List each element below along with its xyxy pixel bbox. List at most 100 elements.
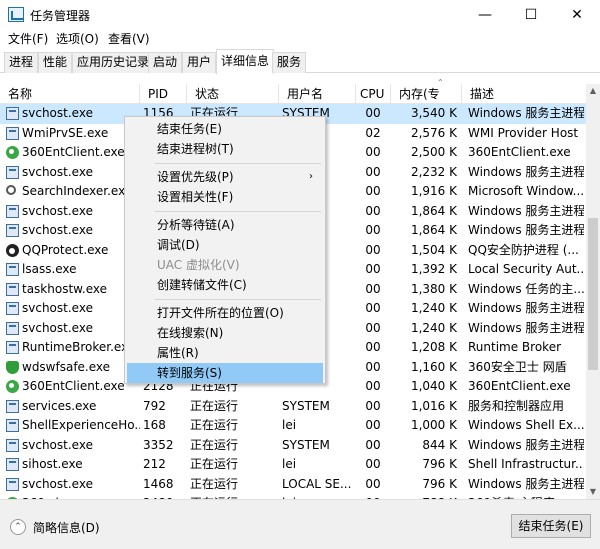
process-name: ShellExperienceHo... — [22, 418, 140, 432]
tab-app-history[interactable]: 应用历史记录 — [72, 52, 155, 73]
table-row[interactable]: svchost.exe 3352 正在运行 SYSTEM 00 844 K Windows … — [0, 436, 586, 456]
context-menu-item[interactable]: 结束任务(E) — [127, 119, 323, 139]
process-icon — [6, 360, 19, 374]
process-cpu: 00 — [365, 418, 381, 432]
process-icon — [6, 107, 19, 120]
chevron-up-icon[interactable]: ⌃ — [10, 519, 26, 535]
process-cpu: 00 — [365, 164, 381, 179]
tab-processes[interactable]: 进程 — [4, 52, 39, 73]
context-menu-item-label: 创建转储文件(C) — [157, 278, 247, 292]
process-memory: 2,500 K — [410, 145, 457, 159]
column-memory[interactable]: 内存(专用... — [391, 84, 462, 121]
process-name: SearchIndexer.exe — [22, 184, 133, 198]
context-menu-item-label: UAC 虚拟化(V) — [157, 258, 240, 272]
vertical-scrollbar[interactable]: ▲ ▼ — [586, 84, 600, 499]
context-menu-item[interactable]: 结束进程树(T) — [127, 139, 323, 159]
tab-startup[interactable]: 启动 — [148, 52, 183, 73]
process-description: 360EntClient.exe — [468, 145, 571, 159]
process-memory: 1,016 K — [410, 398, 457, 413]
process-description: Windows 服务主进程 — [468, 106, 584, 120]
context-menu-item-label: 结束任务(E) — [157, 122, 222, 136]
column-status[interactable]: 状态 — [187, 84, 279, 104]
context-menu-item[interactable]: 设置优先级(P) › — [127, 167, 323, 187]
tab-users[interactable]: 用户 — [182, 52, 217, 73]
menu-options[interactable]: 选项(O) — [52, 30, 103, 48]
process-memory: 1,208 K — [410, 340, 457, 354]
process-description: Local Security Aut... — [468, 262, 584, 276]
column-username[interactable]: 用户名 — [279, 84, 356, 104]
process-user: LOCAL SE... — [282, 476, 352, 491]
process-cpu: 00 — [365, 203, 381, 218]
menu-separator — [155, 299, 321, 300]
tab-performance[interactable]: 性能 — [38, 52, 73, 73]
column-name[interactable]: 名称 — [0, 84, 140, 104]
close-button[interactable]: ✕ — [554, 0, 600, 30]
context-menu-item[interactable]: 分析等待链(A) — [127, 215, 323, 235]
task-manager-icon — [8, 7, 24, 22]
column-description[interactable]: 描述 — [462, 84, 586, 104]
scroll-thumb[interactable] — [588, 218, 598, 370]
process-cpu: 00 — [365, 359, 381, 374]
context-menu-item: UAC 虚拟化(V) — [127, 255, 323, 275]
table-row[interactable]: sihost.exe 212 正在运行 lei 00 796 K Shell Infrast… — [0, 455, 586, 475]
scroll-down-icon[interactable]: ▼ — [586, 485, 600, 499]
process-cpu: 00 — [365, 281, 381, 296]
process-name: svchost.exe — [22, 437, 93, 452]
fewer-details-link[interactable]: 简略信息(D) — [33, 519, 100, 536]
process-cpu: 00 — [365, 106, 381, 120]
process-cpu: 00 — [365, 223, 381, 237]
scroll-up-icon[interactable]: ▲ — [586, 84, 600, 98]
maximize-button[interactable]: ☐ — [508, 0, 554, 30]
menu-separator — [155, 211, 321, 212]
minimize-button[interactable]: — — [462, 0, 508, 30]
process-cpu: 00 — [365, 379, 381, 393]
process-name: svchost.exe — [22, 106, 93, 120]
process-description: Microsoft Window... — [468, 184, 584, 198]
context-menu-item[interactable]: 在线搜索(N) — [127, 323, 323, 343]
process-cpu: 00 — [365, 476, 381, 491]
context-menu-item[interactable]: 调试(D) — [127, 235, 323, 255]
table-row[interactable]: ShellExperienceHo... 168 正在运行 lei 00 1,000 K W… — [0, 416, 586, 436]
process-icon — [6, 126, 19, 140]
context-menu-item[interactable]: 属性(R) — [127, 343, 323, 363]
process-cpu: 00 — [365, 398, 381, 413]
menu-file[interactable]: 文件(F) — [4, 30, 52, 48]
process-memory: 1,916 K — [410, 184, 457, 198]
tab-services[interactable]: 服务 — [272, 52, 307, 73]
process-pid: 3352 — [143, 437, 174, 452]
process-pid: 212 — [143, 457, 166, 471]
process-status: 正在运行 — [190, 418, 239, 432]
menu-view[interactable]: 查看(V) — [104, 30, 154, 48]
tab-details[interactable]: 详细信息 — [216, 49, 275, 74]
column-cpu[interactable]: CPU — [356, 84, 391, 104]
process-description: Windows Shell Ex... — [468, 418, 584, 432]
process-description: Windows 服务主进程 — [468, 203, 584, 218]
process-icon — [6, 458, 19, 471]
table-row[interactable]: services.exe 792 正在运行 SYSTEM 00 1,016 K 服务和控制器… — [0, 397, 586, 417]
process-memory: 1,240 K — [410, 301, 457, 315]
process-description: 360安全卫士 网盾 — [468, 359, 567, 374]
process-cpu: 00 — [365, 242, 381, 257]
column-pid[interactable]: PID — [140, 84, 187, 104]
process-icon — [6, 146, 19, 159]
process-pid: 168 — [143, 418, 166, 432]
context-menu-item[interactable]: 创建转储文件(C) — [127, 275, 323, 295]
tab-bar: 进程 性能 应用历史记录 启动 用户 详细信息 服务 — [0, 49, 600, 74]
process-name: lsass.exe — [22, 262, 77, 276]
end-task-button[interactable]: 结束任务(E) — [511, 514, 591, 538]
context-menu-item[interactable]: 转到服务(S) — [127, 363, 323, 383]
process-description: QQ安全防护进程 (... — [468, 242, 579, 257]
context-menu-item-label: 结束进程树(T) — [157, 142, 234, 156]
process-memory: 844 K — [422, 437, 457, 452]
context-menu-item-label: 设置优先级(P) — [157, 170, 234, 184]
process-icon — [6, 380, 19, 393]
process-name: svchost.exe — [22, 223, 93, 237]
table-row[interactable]: svchost.exe 1468 正在运行 LOCAL SE... 00 796 K Win… — [0, 475, 586, 495]
context-menu-item[interactable]: 设置相关性(F) — [127, 187, 323, 207]
process-name: svchost.exe — [22, 476, 93, 491]
process-icon — [6, 282, 19, 296]
process-icon — [6, 438, 19, 452]
context-menu-item[interactable]: 打开文件所在的位置(O) — [127, 303, 323, 323]
process-description: Shell Infrastructur... — [468, 457, 584, 471]
process-user: SYSTEM — [282, 398, 330, 413]
